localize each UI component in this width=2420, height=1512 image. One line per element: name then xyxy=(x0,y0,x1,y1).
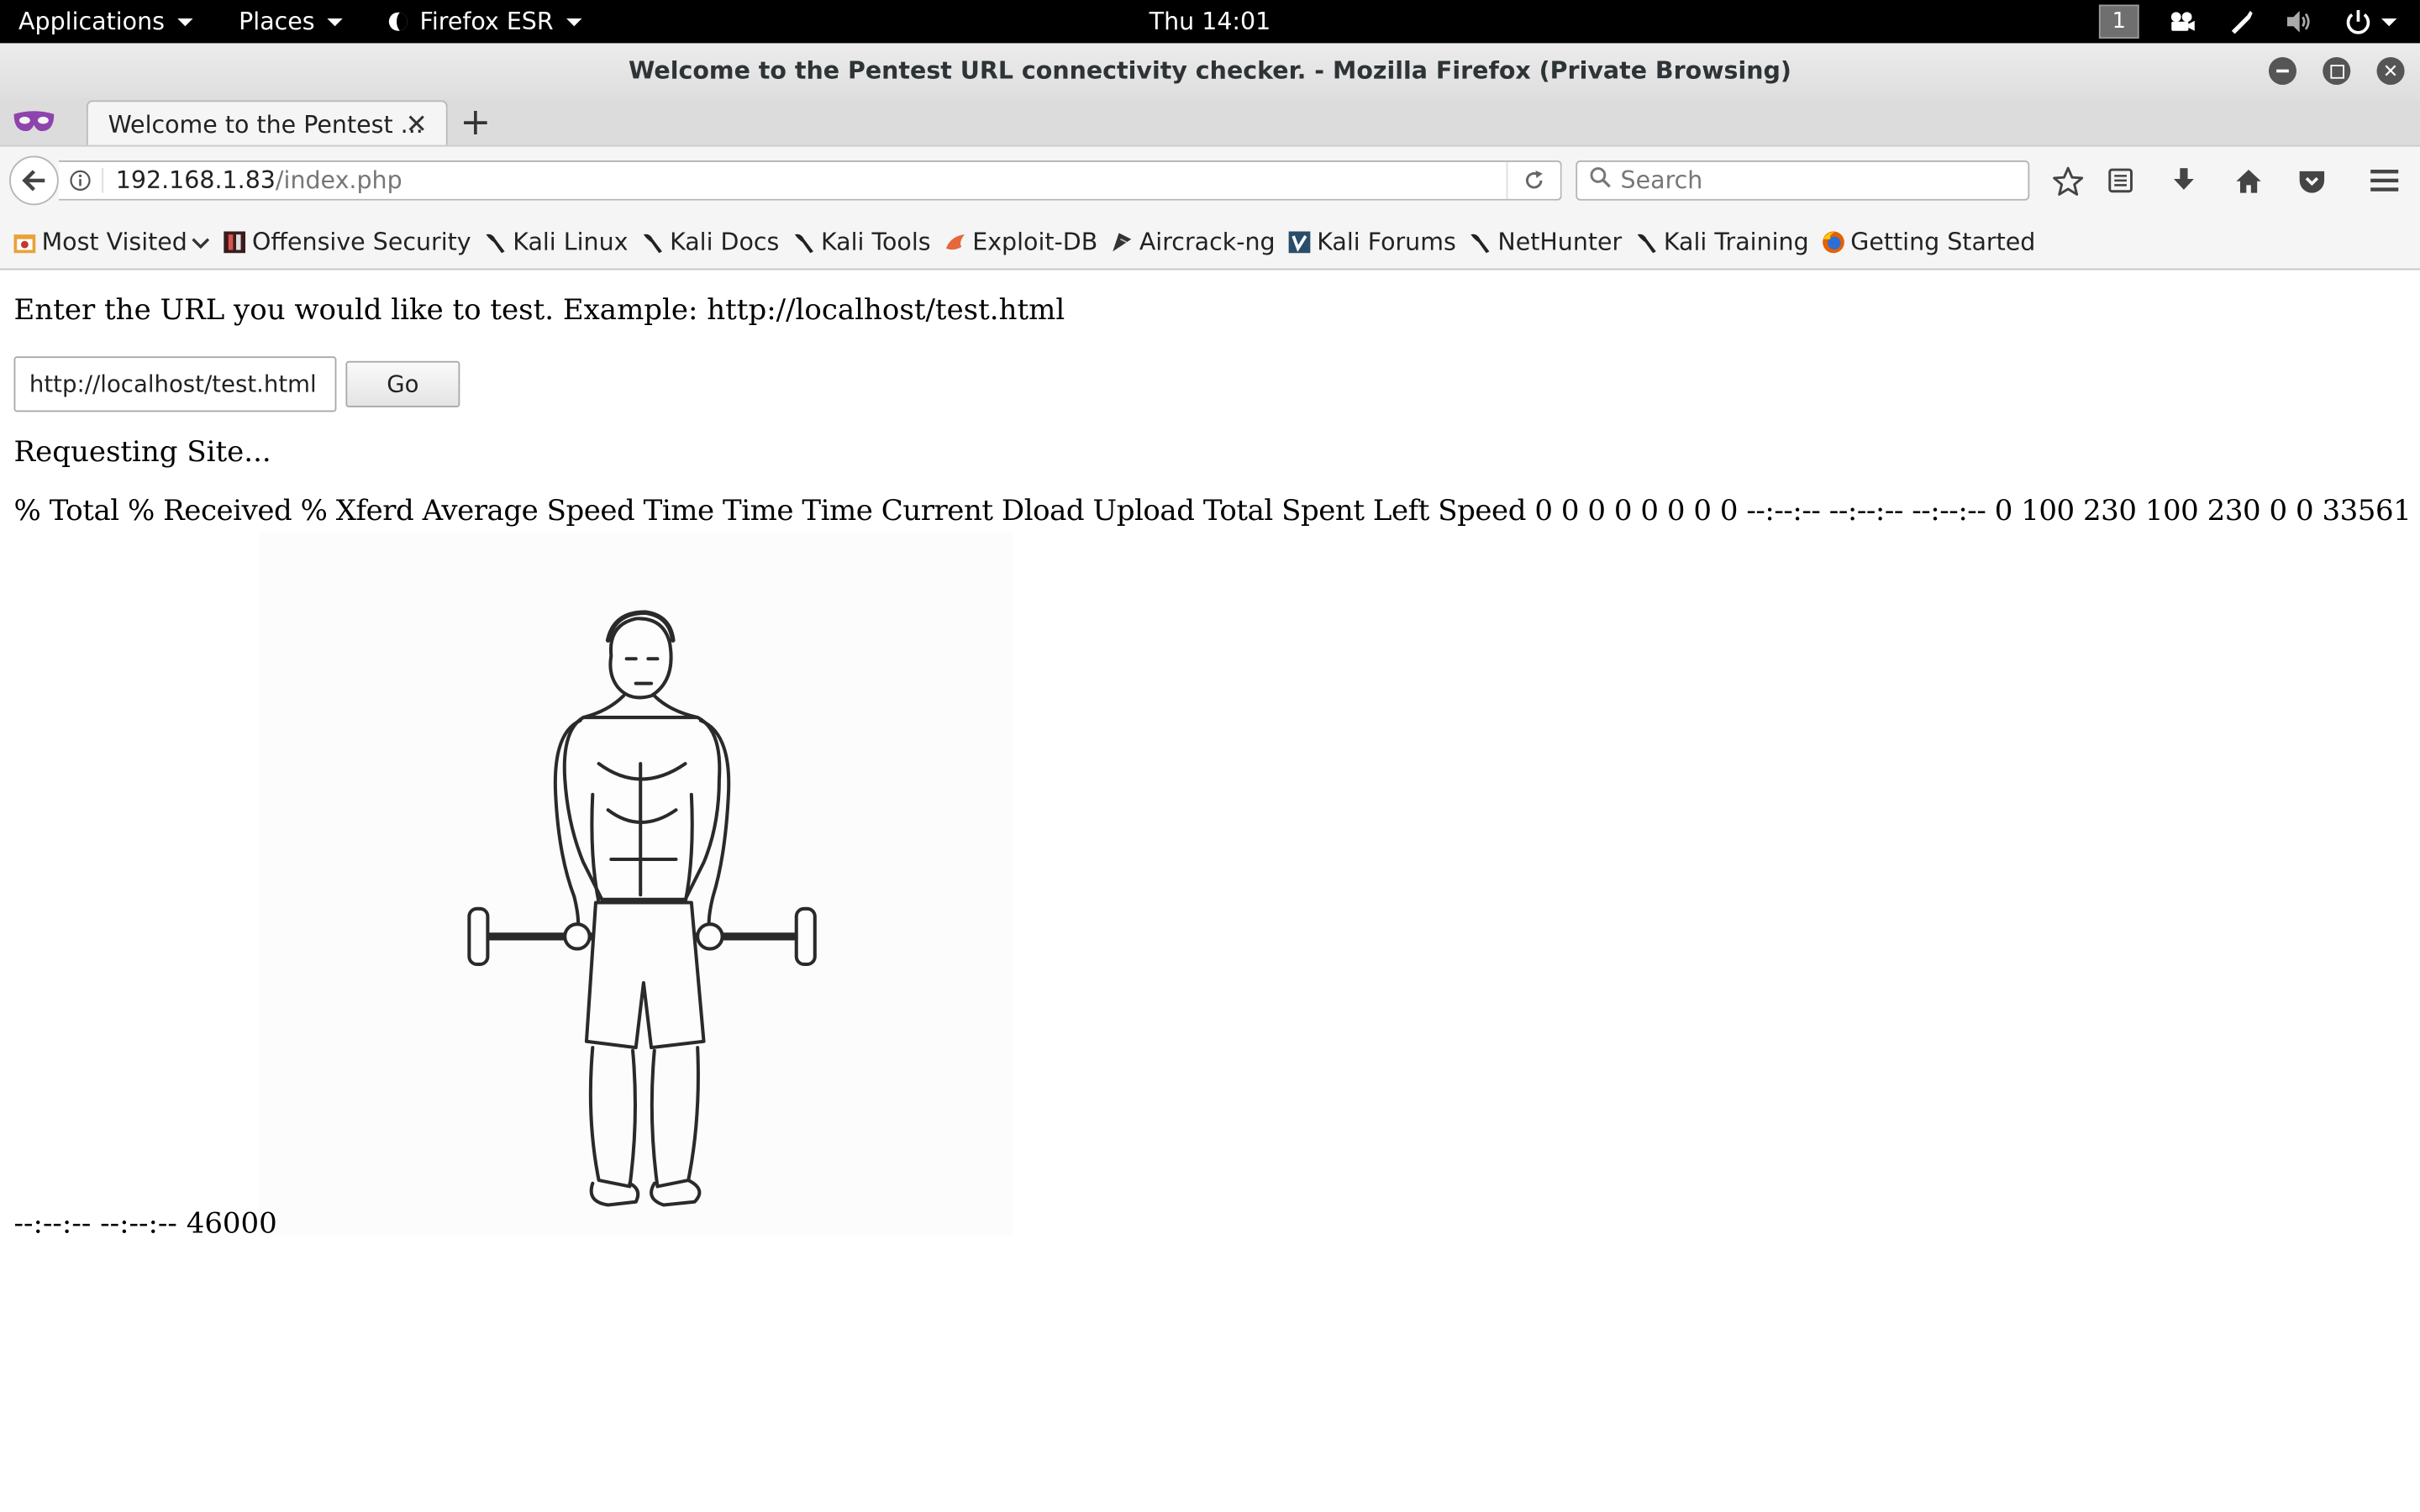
search-placeholder: Search xyxy=(1620,166,1703,195)
system-top-bar: Applications Places Firefox ESR Thu 14:0… xyxy=(0,0,2420,44)
window-title-bar[interactable]: Welcome to the Pentest URL connectivity … xyxy=(0,43,2420,99)
url-prompt-text: Enter the URL you would like to test. Ex… xyxy=(13,294,1065,328)
screencast-icon[interactable] xyxy=(2167,6,2198,37)
navigation-bar: 192.168.1.83/index.php Search xyxy=(0,144,2420,215)
close-window-button[interactable]: ✕ xyxy=(2376,56,2405,86)
tab-title: Welcome to the Pentest ... xyxy=(108,110,424,139)
bookmark-getting-started[interactable]: Getting Started xyxy=(1821,228,2035,255)
exploit-db-icon xyxy=(943,229,967,254)
back-button[interactable] xyxy=(9,155,59,206)
url-bar[interactable]: 192.168.1.83/index.php xyxy=(58,160,1562,201)
kali-dragon-icon xyxy=(792,229,816,254)
bookmark-nethunter[interactable]: NetHunter xyxy=(1469,228,1622,255)
pen-tool-icon[interactable] xyxy=(2226,6,2257,37)
window-title: Welcome to the Pentest URL connectivity … xyxy=(629,56,1791,86)
close-icon: ✕ xyxy=(2382,60,2399,82)
bookmark-kali-docs[interactable]: Kali Docs xyxy=(640,228,779,255)
curl-output-tail: --:--:-- --:--:-- 46000 xyxy=(13,1208,277,1241)
bookmark-kali-tools[interactable]: Kali Tools xyxy=(792,228,931,255)
weightlifter-sketch-image xyxy=(259,532,1013,1236)
downloads-icon[interactable] xyxy=(2167,165,2201,197)
chevron-down-icon xyxy=(327,18,343,26)
pocket-icon[interactable] xyxy=(2295,165,2328,197)
kali-forums-icon xyxy=(1287,229,1312,254)
maximize-button[interactable] xyxy=(2323,56,2351,86)
clock[interactable]: Thu 14:01 xyxy=(1150,8,1271,35)
chevron-down-icon xyxy=(2381,18,2397,26)
search-input[interactable]: Search xyxy=(1576,160,2030,201)
kali-dragon-icon xyxy=(1469,229,1493,254)
bookmark-kali-forums[interactable]: Kali Forums xyxy=(1287,228,1456,255)
bookmark-star-icon[interactable] xyxy=(2051,165,2085,197)
applications-menu[interactable]: Applications xyxy=(0,0,205,43)
bookmarks-toolbar: Most Visited Offensive Security Kali Lin… xyxy=(0,214,2420,270)
url-test-input[interactable]: http://localhost/test.html xyxy=(13,356,337,412)
maximize-icon xyxy=(2329,64,2344,78)
url-host: 192.168.1.83 xyxy=(115,166,276,195)
tab-strip: Welcome to the Pentest ... ✕ + xyxy=(0,98,2420,147)
go-button[interactable]: Go xyxy=(345,360,460,407)
chevron-down-icon xyxy=(192,228,210,255)
kali-dragon-icon xyxy=(640,229,665,254)
firefox-icon xyxy=(1821,229,1845,254)
firefox-icon xyxy=(388,12,408,31)
reading-list-icon[interactable] xyxy=(2103,165,2137,197)
chevron-down-icon xyxy=(566,18,581,26)
kali-dragon-icon xyxy=(1634,229,1659,254)
minimize-icon xyxy=(2276,69,2289,73)
reload-icon[interactable] xyxy=(1506,161,1560,199)
private-browsing-mask-icon xyxy=(13,109,55,140)
bookmark-exploit-db[interactable]: Exploit-DB xyxy=(943,228,1097,255)
search-icon xyxy=(1590,166,1612,194)
requesting-status: Requesting Site... xyxy=(13,436,271,470)
workspace-indicator[interactable]: 1 xyxy=(2098,4,2139,39)
most-visited-icon xyxy=(13,229,37,254)
kali-dragon-icon xyxy=(483,229,508,254)
bookmark-offensive-security[interactable]: Offensive Security xyxy=(223,228,471,255)
volume-icon[interactable] xyxy=(2284,6,2315,37)
bookmark-most-visited[interactable]: Most Visited xyxy=(13,228,211,255)
minimize-button[interactable] xyxy=(2268,56,2297,86)
bookmark-kali-linux[interactable]: Kali Linux xyxy=(483,228,628,255)
close-tab-icon[interactable]: ✕ xyxy=(406,109,428,140)
back-arrow-icon xyxy=(22,170,45,192)
chevron-down-icon xyxy=(176,18,193,26)
site-info-icon[interactable] xyxy=(59,168,104,193)
url-path: /index.php xyxy=(275,166,402,195)
places-menu[interactable]: Places xyxy=(226,0,355,43)
bookmark-aircrack-ng[interactable]: Aircrack-ng xyxy=(1110,228,1276,255)
aircrack-icon xyxy=(1110,229,1134,254)
new-tab-button[interactable]: + xyxy=(460,100,491,143)
offsec-icon xyxy=(223,229,247,254)
bookmark-kali-training[interactable]: Kali Training xyxy=(1634,228,1809,255)
curl-output: % Total % Received % Xferd Average Speed… xyxy=(13,495,2420,528)
hamburger-menu-icon[interactable] xyxy=(2367,165,2401,197)
home-icon[interactable] xyxy=(2232,165,2265,197)
tab-active[interactable]: Welcome to the Pentest ... ✕ xyxy=(86,100,448,147)
firefox-app-menu[interactable]: Firefox ESR xyxy=(376,0,593,43)
power-icon[interactable] xyxy=(2343,6,2398,37)
